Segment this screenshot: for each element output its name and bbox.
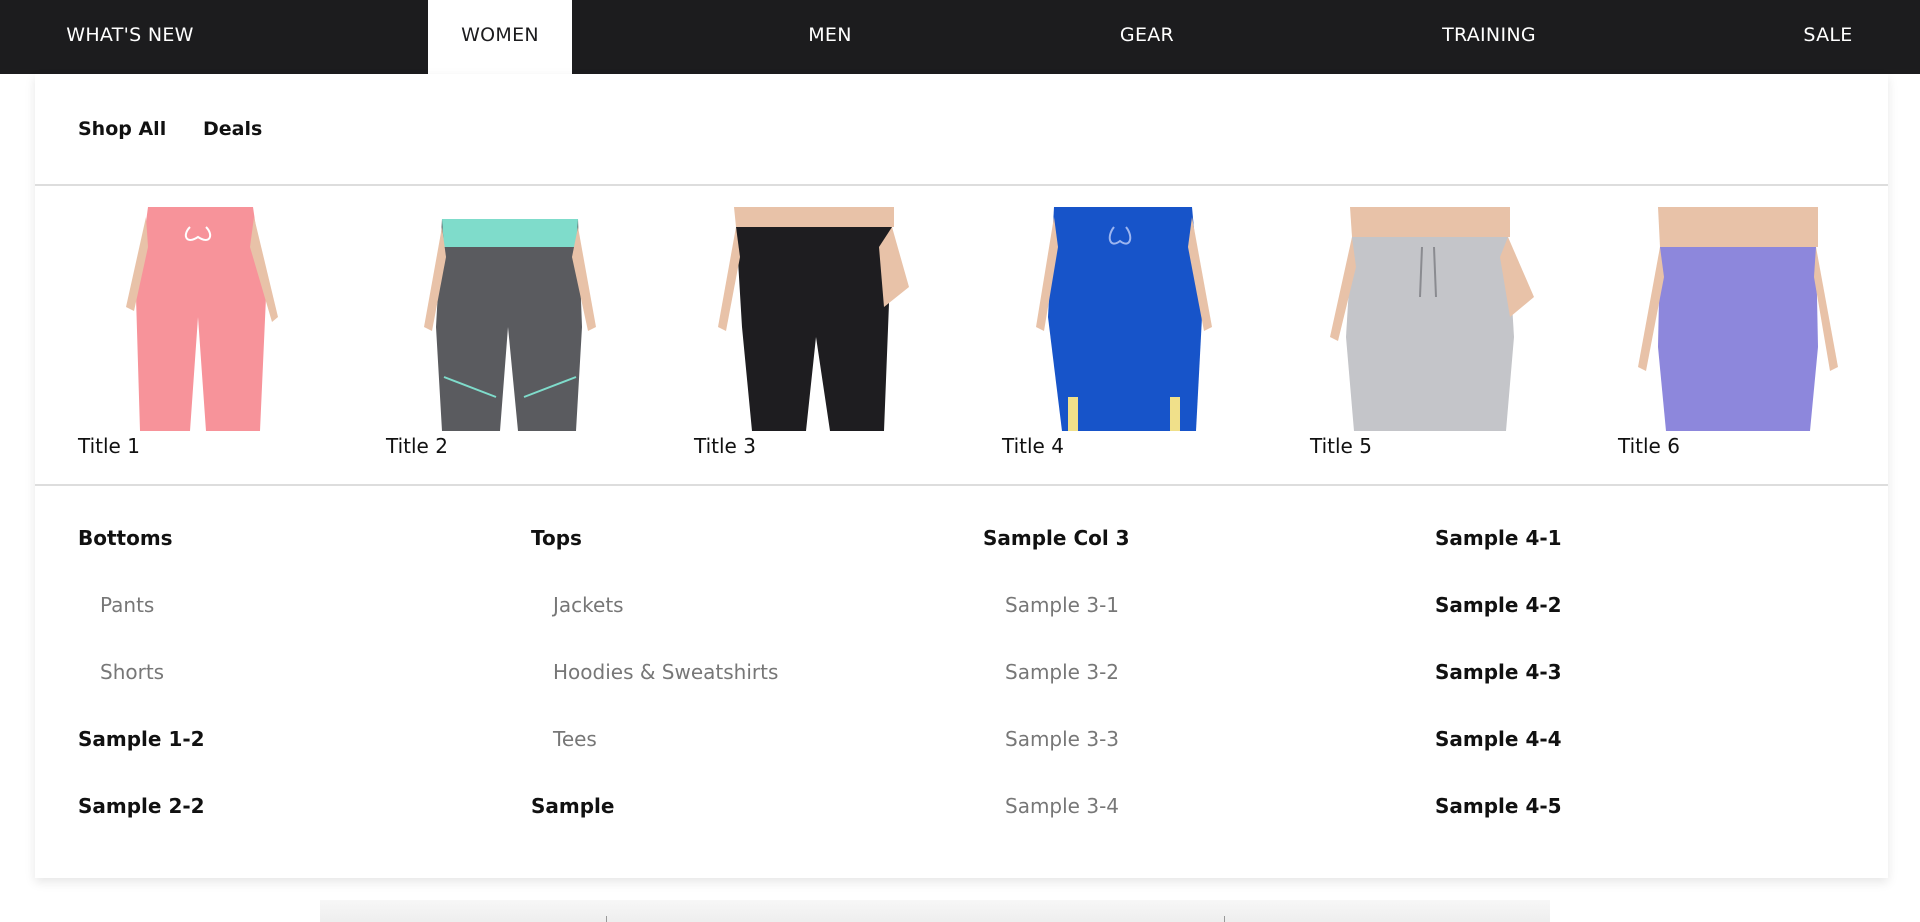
category-column-2: Tops Jackets Hoodies & Sweatshirts Tees … (531, 526, 951, 861)
product-title: Title 2 (386, 434, 448, 458)
nav-item-gear[interactable]: GEAR (1107, 0, 1187, 74)
category-link-jackets[interactable]: Jackets (531, 593, 951, 660)
page-content-behind-menu (320, 900, 1550, 922)
product-title: Title 1 (78, 434, 140, 458)
divider (606, 916, 607, 922)
product-image (694, 207, 934, 431)
deals-link[interactable]: Deals (203, 118, 262, 140)
product-image (1002, 207, 1242, 431)
product-card[interactable]: Title 4 (1002, 207, 1242, 458)
product-card[interactable]: Title 3 (694, 207, 934, 458)
product-image (1310, 207, 1550, 431)
category-link-sample-col-3[interactable]: Sample Col 3 (983, 526, 1403, 593)
product-image (386, 207, 626, 431)
category-link-sample-4-3[interactable]: Sample 4-3 (1435, 660, 1855, 727)
product-image (78, 207, 318, 431)
category-link-sample-4-5[interactable]: Sample 4-5 (1435, 794, 1855, 861)
category-link-sample-3-4[interactable]: Sample 3-4 (983, 794, 1403, 861)
shop-all-link[interactable]: Shop All (78, 118, 166, 140)
category-link-tees[interactable]: Tees (531, 727, 951, 794)
quicklinks-row: Shop All Deals (35, 74, 1888, 186)
top-nav: WHAT'S NEW WOMEN MEN GEAR TRAINING SALE (0, 0, 1920, 74)
product-title: Title 3 (694, 434, 756, 458)
category-link-sample-4-4[interactable]: Sample 4-4 (1435, 727, 1855, 794)
category-link-tops[interactable]: Tops (531, 526, 951, 593)
nav-item-men[interactable]: MEN (790, 0, 870, 74)
category-link-sample-3-1[interactable]: Sample 3-1 (983, 593, 1403, 660)
product-image (1618, 207, 1858, 431)
nav-item-training[interactable]: TRAINING (1430, 0, 1548, 74)
category-column-1: Bottoms Pants Shorts Sample 1-2 Sample 2… (78, 526, 498, 861)
product-card[interactable]: Title 6 (1618, 207, 1858, 458)
product-title: Title 6 (1618, 434, 1680, 458)
nav-item-women[interactable]: WOMEN (428, 0, 572, 74)
featured-products: Title 1 Title 2 Title 3 Title 4 Title 5 … (35, 186, 1888, 486)
category-column-3: Sample Col 3 Sample 3-1 Sample 3-2 Sampl… (983, 526, 1403, 861)
category-link-sample-4-1[interactable]: Sample 4-1 (1435, 526, 1855, 593)
product-card[interactable]: Title 2 (386, 207, 626, 458)
divider (1224, 916, 1225, 922)
category-link-pants[interactable]: Pants (78, 593, 498, 660)
product-card[interactable]: Title 5 (1310, 207, 1550, 458)
category-link-sample-1-2[interactable]: Sample 1-2 (78, 727, 498, 794)
category-link-shorts[interactable]: Shorts (78, 660, 498, 727)
category-link-bottoms[interactable]: Bottoms (78, 526, 498, 593)
category-column-4: Sample 4-1 Sample 4-2 Sample 4-3 Sample … (1435, 526, 1855, 861)
category-columns: Bottoms Pants Shorts Sample 1-2 Sample 2… (35, 486, 1888, 878)
nav-item-whats-new[interactable]: WHAT'S NEW (48, 0, 212, 74)
category-link-sample-2-2[interactable]: Sample 2-2 (78, 794, 498, 861)
category-link-sample-3-3[interactable]: Sample 3-3 (983, 727, 1403, 794)
category-link-sample[interactable]: Sample (531, 794, 951, 861)
category-link-sample-3-2[interactable]: Sample 3-2 (983, 660, 1403, 727)
category-link-sample-4-2[interactable]: Sample 4-2 (1435, 593, 1855, 660)
product-title: Title 4 (1002, 434, 1064, 458)
product-card[interactable]: Title 1 (78, 207, 318, 458)
mega-menu-panel: Shop All Deals Title 1 Title 2 Title 3 T… (35, 74, 1888, 878)
product-title: Title 5 (1310, 434, 1372, 458)
category-link-hoodies[interactable]: Hoodies & Sweatshirts (531, 660, 951, 727)
nav-item-sale[interactable]: SALE (1788, 0, 1868, 74)
